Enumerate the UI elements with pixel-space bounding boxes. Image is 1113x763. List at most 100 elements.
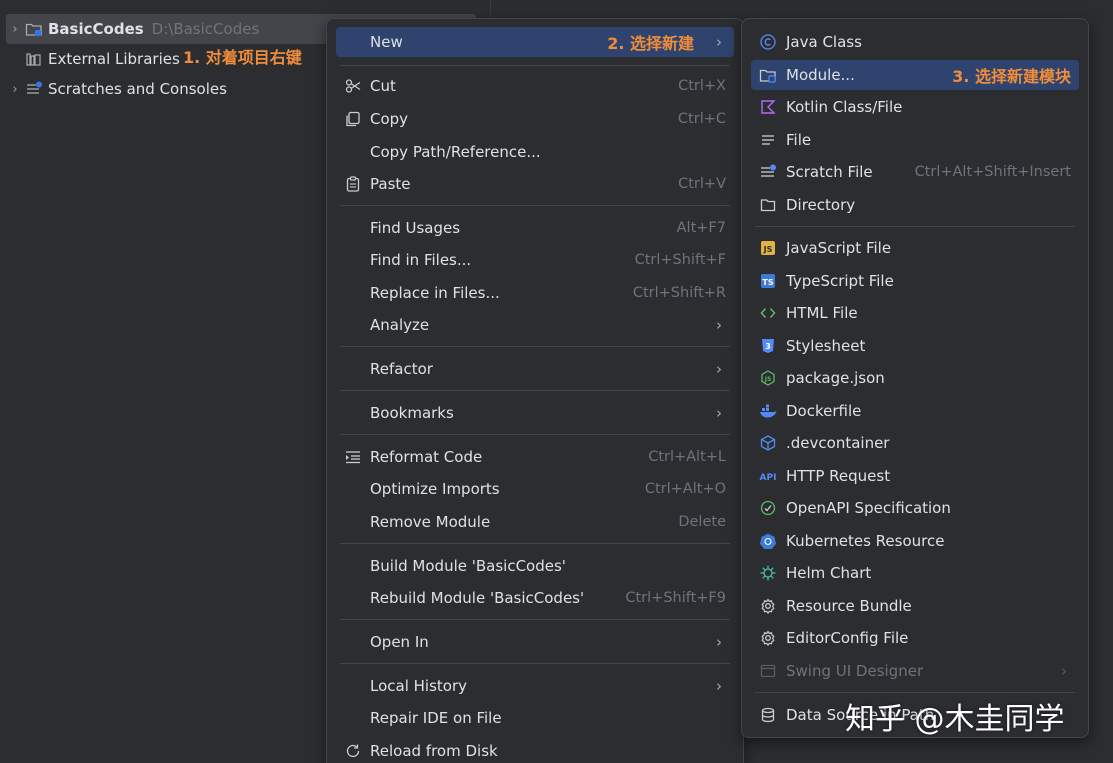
chevron-right-icon[interactable]: › bbox=[6, 22, 24, 37]
copy-icon bbox=[344, 110, 362, 128]
tree-item-scratches[interactable]: › Scratches and Consoles bbox=[6, 74, 227, 104]
svg-text:TS: TS bbox=[762, 278, 773, 287]
svg-text:3: 3 bbox=[765, 342, 771, 351]
menu-item-build-module[interactable]: Build Module 'BasicCodes' bbox=[336, 551, 734, 581]
tree-item-label: Scratches and Consoles bbox=[48, 80, 227, 98]
step-annotation: 2. 选择新建 bbox=[607, 34, 694, 53]
html-icon bbox=[759, 304, 777, 322]
menu-item-optimize-imports[interactable]: Optimize Imports Ctrl+Alt+O bbox=[336, 474, 734, 504]
menu-item-helm-chart[interactable]: Helm Chart bbox=[751, 558, 1079, 588]
menu-item-repair-ide[interactable]: Repair IDE on File bbox=[336, 703, 734, 733]
menu-item-package-json[interactable]: JS package.json bbox=[751, 363, 1079, 393]
context-menu: New 2. 选择新建 › Cut Ctrl+X Copy Ctrl+C Cop… bbox=[326, 18, 744, 763]
scratches-icon bbox=[24, 80, 44, 98]
menu-item-java-class[interactable]: Java Class bbox=[751, 27, 1079, 57]
database-icon bbox=[759, 706, 777, 724]
clipboard-icon bbox=[344, 175, 362, 193]
chevron-right-icon[interactable]: › bbox=[6, 82, 24, 97]
typescript-icon: TS bbox=[759, 272, 777, 290]
chevron-right-icon: › bbox=[1061, 662, 1067, 680]
reformat-icon bbox=[344, 448, 362, 466]
menu-item-bookmarks[interactable]: Bookmarks › bbox=[336, 398, 734, 428]
menu-separator bbox=[340, 543, 730, 544]
menu-item-analyze[interactable]: Analyze › bbox=[336, 310, 734, 340]
openapi-icon bbox=[759, 499, 777, 517]
menu-separator bbox=[340, 205, 730, 206]
svg-text:API: API bbox=[760, 473, 777, 483]
api-icon: API bbox=[759, 467, 777, 485]
menu-item-resource-bundle[interactable]: Resource Bundle bbox=[751, 591, 1079, 621]
menu-item-kubernetes[interactable]: Kubernetes Resource bbox=[751, 526, 1079, 556]
scratch-file-icon bbox=[759, 163, 777, 181]
chevron-right-icon: › bbox=[716, 633, 722, 651]
step-annotation: 3. 选择新建模块 bbox=[952, 67, 1071, 86]
tree-item-external-libraries[interactable]: External Libraries bbox=[6, 44, 180, 74]
menu-item-module[interactable]: Module... 3. 选择新建模块 bbox=[751, 60, 1079, 90]
menu-separator bbox=[755, 226, 1075, 227]
menu-item-reload-from-disk[interactable]: Reload from Disk bbox=[336, 736, 734, 763]
chevron-right-icon: › bbox=[716, 360, 722, 378]
menu-item-openapi[interactable]: OpenAPI Specification bbox=[751, 493, 1079, 523]
folder-icon bbox=[759, 196, 777, 214]
menu-separator bbox=[340, 619, 730, 620]
file-text-icon bbox=[759, 131, 777, 149]
library-icon bbox=[24, 50, 44, 68]
window-icon bbox=[759, 662, 777, 680]
menu-item-stylesheet[interactable]: 3 Stylesheet bbox=[751, 331, 1079, 361]
menu-item-file[interactable]: File bbox=[751, 125, 1079, 155]
menu-item-directory[interactable]: Directory bbox=[751, 190, 1079, 220]
chevron-right-icon: › bbox=[716, 677, 722, 695]
step-annotation: 1. 对着项目右键 bbox=[183, 48, 302, 67]
menu-item-local-history[interactable]: Local History › bbox=[336, 671, 734, 701]
chevron-right-icon: › bbox=[716, 404, 722, 422]
nodejs-icon: JS bbox=[759, 369, 777, 387]
chevron-right-icon: › bbox=[716, 316, 722, 334]
gear-icon bbox=[759, 597, 777, 615]
menu-item-new[interactable]: New 2. 选择新建 › bbox=[336, 27, 734, 57]
menu-separator bbox=[755, 692, 1075, 693]
tree-item-label: BasicCodes bbox=[48, 20, 144, 38]
watermark: 知乎 @木圭同学 bbox=[845, 702, 1065, 737]
menu-item-devcontainer[interactable]: .devcontainer bbox=[751, 428, 1079, 458]
menu-item-cut[interactable]: Cut Ctrl+X bbox=[336, 71, 734, 101]
tree-item-path: D:\BasicCodes bbox=[151, 20, 260, 38]
menu-item-refactor[interactable]: Refactor › bbox=[336, 354, 734, 384]
menu-item-open-in[interactable]: Open In › bbox=[336, 627, 734, 657]
tree-item-label: External Libraries bbox=[48, 50, 180, 68]
module-icon bbox=[759, 66, 777, 84]
reload-icon bbox=[344, 742, 362, 760]
menu-item-javascript-file[interactable]: JS JavaScript File bbox=[751, 233, 1079, 263]
menu-item-remove-module[interactable]: Remove Module Delete bbox=[336, 507, 734, 537]
menu-item-copy[interactable]: Copy Ctrl+C bbox=[336, 104, 734, 134]
menu-separator bbox=[340, 434, 730, 435]
menu-item-typescript-file[interactable]: TS TypeScript File bbox=[751, 266, 1079, 296]
menu-item-copy-path[interactable]: Copy Path/Reference... bbox=[336, 137, 734, 167]
new-submenu: Java Class Module... 3. 选择新建模块 Kotlin Cl… bbox=[741, 18, 1089, 738]
menu-item-html-file[interactable]: HTML File bbox=[751, 298, 1079, 328]
menu-item-paste[interactable]: Paste Ctrl+V bbox=[336, 169, 734, 199]
menu-item-http-request[interactable]: API HTTP Request bbox=[751, 461, 1079, 491]
menu-item-rebuild-module[interactable]: Rebuild Module 'BasicCodes' Ctrl+Shift+F… bbox=[336, 583, 734, 613]
kotlin-icon bbox=[759, 98, 777, 116]
menu-item-kotlin[interactable]: Kotlin Class/File bbox=[751, 92, 1079, 122]
java-class-icon bbox=[759, 33, 777, 51]
javascript-icon: JS bbox=[759, 239, 777, 257]
menu-separator bbox=[340, 65, 730, 66]
module-folder-icon bbox=[24, 20, 44, 38]
css-icon: 3 bbox=[759, 337, 777, 355]
menu-item-reformat-code[interactable]: Reformat Code Ctrl+Alt+L bbox=[336, 442, 734, 472]
menu-separator bbox=[340, 663, 730, 664]
gear-icon bbox=[759, 629, 777, 647]
menu-separator bbox=[340, 390, 730, 391]
menu-item-find-usages[interactable]: Find Usages Alt+F7 bbox=[336, 213, 734, 243]
menu-item-dockerfile[interactable]: Dockerfile bbox=[751, 396, 1079, 426]
menu-separator bbox=[340, 346, 730, 347]
docker-icon bbox=[759, 402, 777, 420]
menu-item-editorconfig[interactable]: EditorConfig File bbox=[751, 623, 1079, 653]
menu-item-scratch-file[interactable]: Scratch File Ctrl+Alt+Shift+Insert bbox=[751, 157, 1079, 187]
chevron-right-icon: › bbox=[716, 33, 722, 51]
svg-text:JS: JS bbox=[763, 245, 773, 254]
menu-item-find-in-files[interactable]: Find in Files... Ctrl+Shift+F bbox=[336, 245, 734, 275]
menu-item-swing-ui-designer[interactable]: Swing UI Designer › bbox=[751, 656, 1079, 686]
menu-item-replace-in-files[interactable]: Replace in Files... Ctrl+Shift+R bbox=[336, 278, 734, 308]
